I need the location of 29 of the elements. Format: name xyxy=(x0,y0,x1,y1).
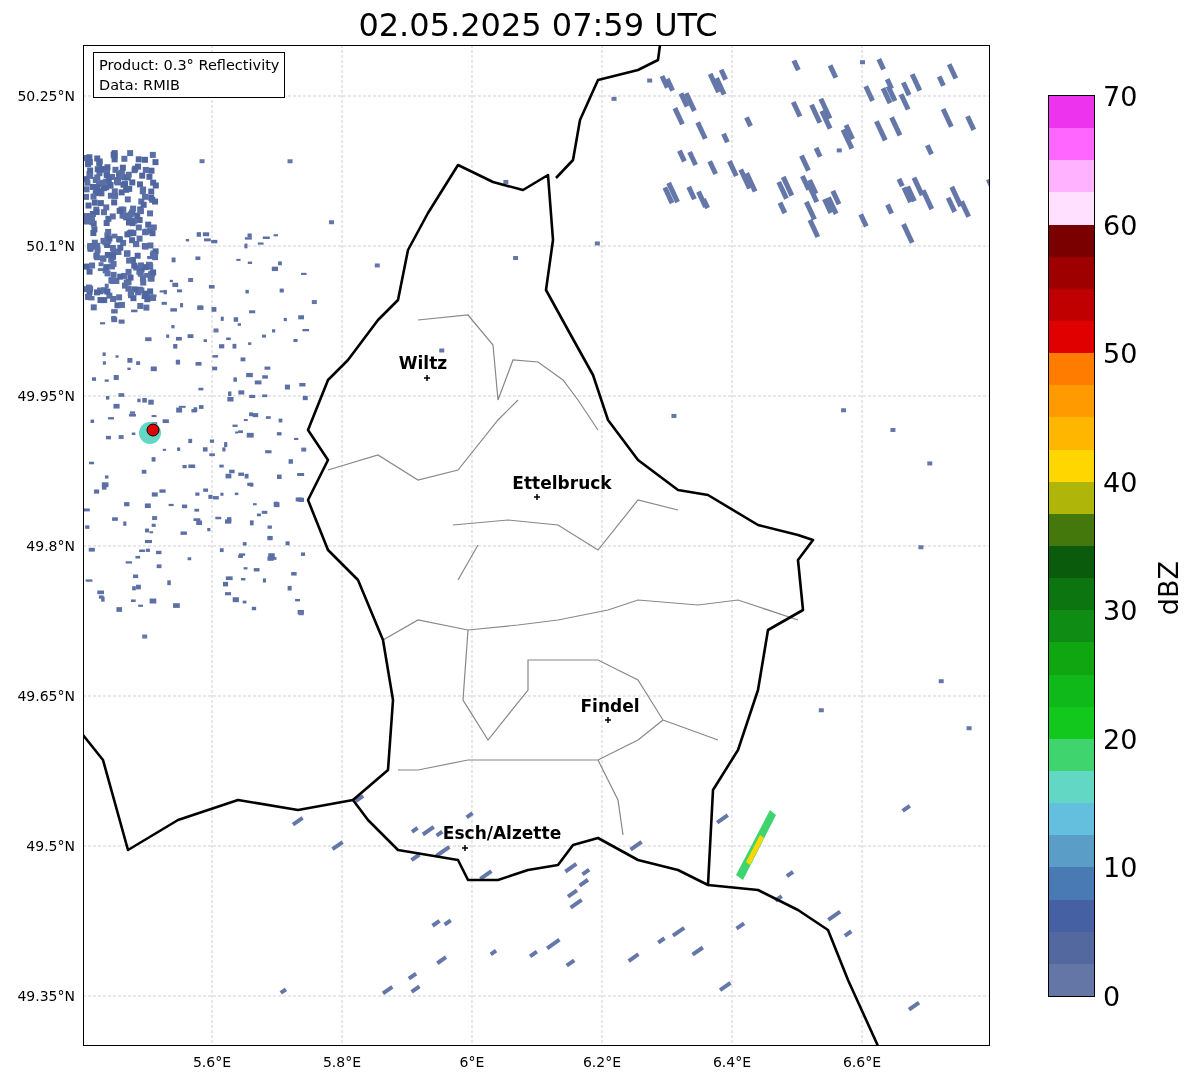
latitude-tick-label: 49.65°N xyxy=(17,688,75,704)
city-label: Ettelbruck xyxy=(512,473,612,493)
colorbar-tick-label: 50 xyxy=(1103,339,1138,367)
info-text: Data: RMIB xyxy=(99,76,181,95)
colorbar-tick-label: 20 xyxy=(1103,725,1138,753)
city-label: Findel xyxy=(580,696,640,716)
colorbar-label: dBZ xyxy=(1153,560,1184,616)
longitude-tick-label: 6.2°E xyxy=(582,1054,622,1070)
longitude-tick-label: 6°E xyxy=(459,1054,485,1070)
colorbar-tick-label: 10 xyxy=(1103,853,1138,881)
latitude-tick-label: 50.1°N xyxy=(26,238,75,254)
latitude-tick-label: 49.5°N xyxy=(26,838,75,854)
latitude-tick-label: 49.35°N xyxy=(17,988,75,1004)
latitude-tick-label: 50.25°N xyxy=(17,88,75,104)
latitude-tick-label: 49.95°N xyxy=(17,388,75,404)
colorbar-tick-label: 40 xyxy=(1103,468,1138,496)
info-text: Product: 0.3° Reflectivity xyxy=(99,56,280,75)
latitude-tick-label: 49.8°N xyxy=(26,538,75,554)
longitude-tick-label: 6.4°E xyxy=(712,1054,752,1070)
colorbar-tick-label: 70 xyxy=(1103,82,1138,110)
longitude-tick-label: 6.6°E xyxy=(842,1054,882,1070)
city-label: Esch/Alzette xyxy=(442,823,562,843)
chart-title: 02.05.2025 07:59 UTC xyxy=(357,5,719,45)
longitude-tick-label: 5.6°E xyxy=(192,1054,232,1070)
colorbar-tick-label: 0 xyxy=(1103,982,1121,1010)
colorbar-tick-label: 60 xyxy=(1103,211,1138,239)
colorbar-tick-label: 30 xyxy=(1103,596,1138,624)
longitude-tick-label: 5.8°E xyxy=(322,1054,362,1070)
city-label: Wiltz xyxy=(398,353,448,373)
